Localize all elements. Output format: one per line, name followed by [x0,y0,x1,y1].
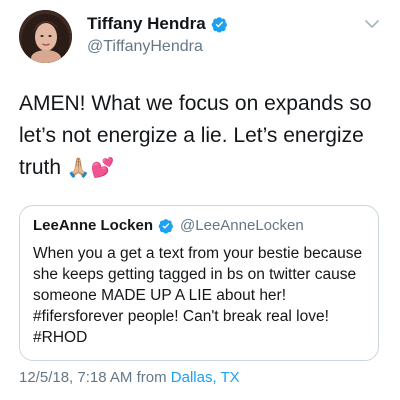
quoted-author-handle: @LeeAnneLocken [180,217,304,234]
author-handle[interactable]: @TiffanyHendra [87,38,203,56]
emoji-pray-hearts: 🙏🏼💕 [66,158,115,179]
author-name[interactable]: Tiffany Hendra [87,14,228,34]
tweet: Tiffany Hendra @TiffanyHendra AMEN! What… [0,0,400,400]
chevron-down-icon[interactable] [362,14,382,34]
avatar-image [19,10,72,63]
location-link[interactable]: Dallas, TX [171,369,240,386]
quoted-tweet-header: LeeAnne Locken @LeeAnneLocken [33,217,304,234]
verified-badge-icon [211,16,228,33]
avatar[interactable] [19,10,72,63]
author-name-text: Tiffany Hendra [87,14,206,33]
quoted-tweet-card[interactable]: LeeAnne Locken @LeeAnneLocken When you a… [19,205,379,361]
quoted-tweet-text: When you a get a text from your bestie b… [33,245,363,346]
tweet-text: AMEN! What we focus on expands so let’s … [19,88,389,185]
quoted-author-name: LeeAnne Locken [33,217,154,234]
timestamp[interactable]: 12/5/18, 7:18 AM [19,369,132,386]
tweet-meta: 12/5/18, 7:18 AM from Dallas, TX [19,369,240,386]
from-label: from [136,369,167,386]
verified-badge-icon [158,218,174,234]
